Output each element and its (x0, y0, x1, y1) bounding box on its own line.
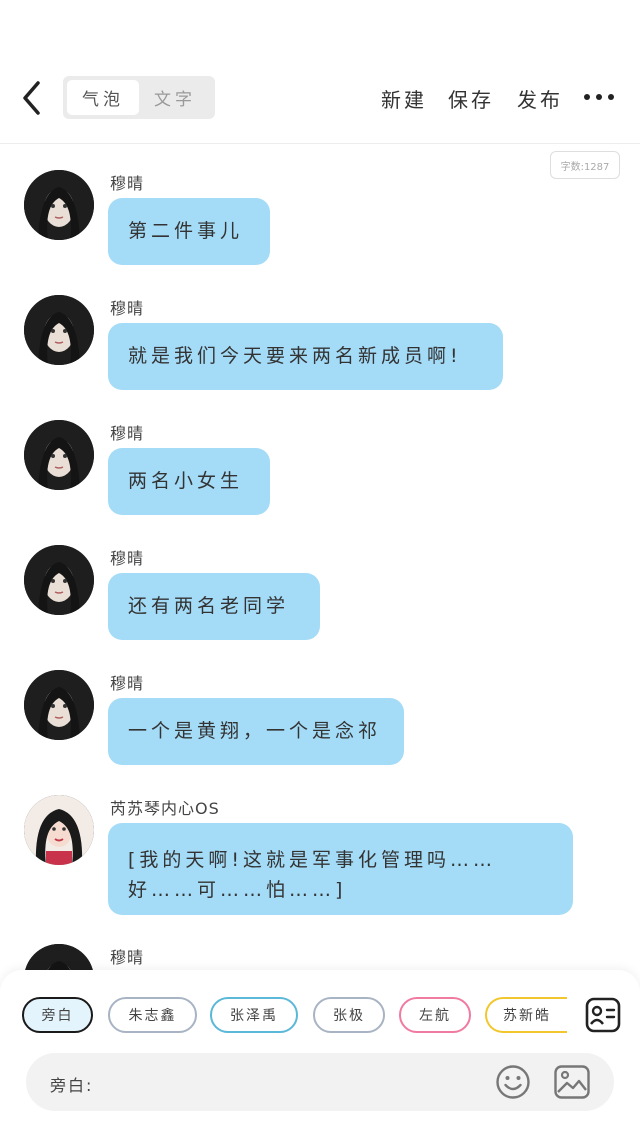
back-button[interactable] (16, 78, 52, 118)
character-chip[interactable]: 张泽禹 (210, 997, 298, 1033)
contact-card-icon (585, 997, 621, 1033)
message-input[interactable]: 旁白: (26, 1053, 614, 1111)
top-bar: 气泡 文字 新建 保存 发布 (0, 0, 640, 144)
sender-name: 穆晴 (110, 299, 145, 318)
publish-button[interactable]: 发布 (517, 84, 563, 113)
sender-name: 穆晴 (110, 424, 145, 443)
word-count-badge: 字数:1287 (550, 151, 620, 179)
avatar[interactable] (24, 795, 94, 865)
sender-name: 穆晴 (110, 174, 145, 193)
character-chip[interactable]: 张极 (313, 997, 385, 1033)
image-icon (554, 1065, 590, 1099)
message-bubble[interactable]: 一个是黄翔，一个是念祁 (108, 698, 404, 765)
avatar-portrait-icon (24, 295, 94, 365)
chevron-left-icon (23, 81, 40, 115)
character-chip-narrator[interactable]: 旁白 (22, 997, 93, 1033)
avatar-portrait-icon (24, 795, 94, 865)
smile-icon (496, 1065, 530, 1099)
image-button[interactable] (553, 1064, 591, 1100)
new-button[interactable]: 新建 (381, 84, 427, 113)
emoji-button[interactable] (495, 1064, 531, 1100)
avatar-portrait-icon (24, 545, 94, 615)
mode-switch: 气泡 文字 (63, 76, 215, 119)
composer-panel: 旁白 朱志鑫 张泽禹 张极 左航 苏新皓 旁白: (0, 970, 640, 1138)
avatar[interactable] (24, 295, 94, 365)
message-bubble[interactable]: [我的天啊!这就是军事化管理吗……好……可……怕……] (108, 823, 573, 915)
tab-bubble[interactable]: 气泡 (67, 80, 139, 115)
more-icon[interactable] (584, 86, 614, 108)
message-bubble[interactable]: 就是我们今天要来两名新成员啊! (108, 323, 503, 390)
sender-name: 穆晴 (110, 549, 145, 568)
tab-text[interactable]: 文字 (139, 80, 211, 115)
avatar[interactable] (24, 545, 94, 615)
sender-name: 穆晴 (110, 948, 145, 967)
avatar[interactable] (24, 170, 94, 240)
message-bubble[interactable]: 两名小女生 (108, 448, 270, 515)
avatar-portrait-icon (24, 170, 94, 240)
sender-name: 芮苏琴内心OS (110, 799, 220, 818)
avatar-portrait-icon (24, 670, 94, 740)
sender-name: 穆晴 (110, 674, 145, 693)
message-bubble[interactable]: 第二件事儿 (108, 198, 270, 265)
save-button[interactable]: 保存 (448, 84, 494, 113)
avatar[interactable] (24, 670, 94, 740)
character-chip[interactable]: 朱志鑫 (108, 997, 197, 1033)
avatar[interactable] (24, 420, 94, 490)
message-bubble[interactable]: 还有两名老同学 (108, 573, 320, 640)
character-chip[interactable]: 苏新皓 (485, 997, 567, 1033)
input-label: 旁白: (50, 1076, 94, 1095)
avatar-portrait-icon (24, 420, 94, 490)
character-list-button[interactable] (584, 996, 622, 1034)
character-chip[interactable]: 左航 (399, 997, 471, 1033)
